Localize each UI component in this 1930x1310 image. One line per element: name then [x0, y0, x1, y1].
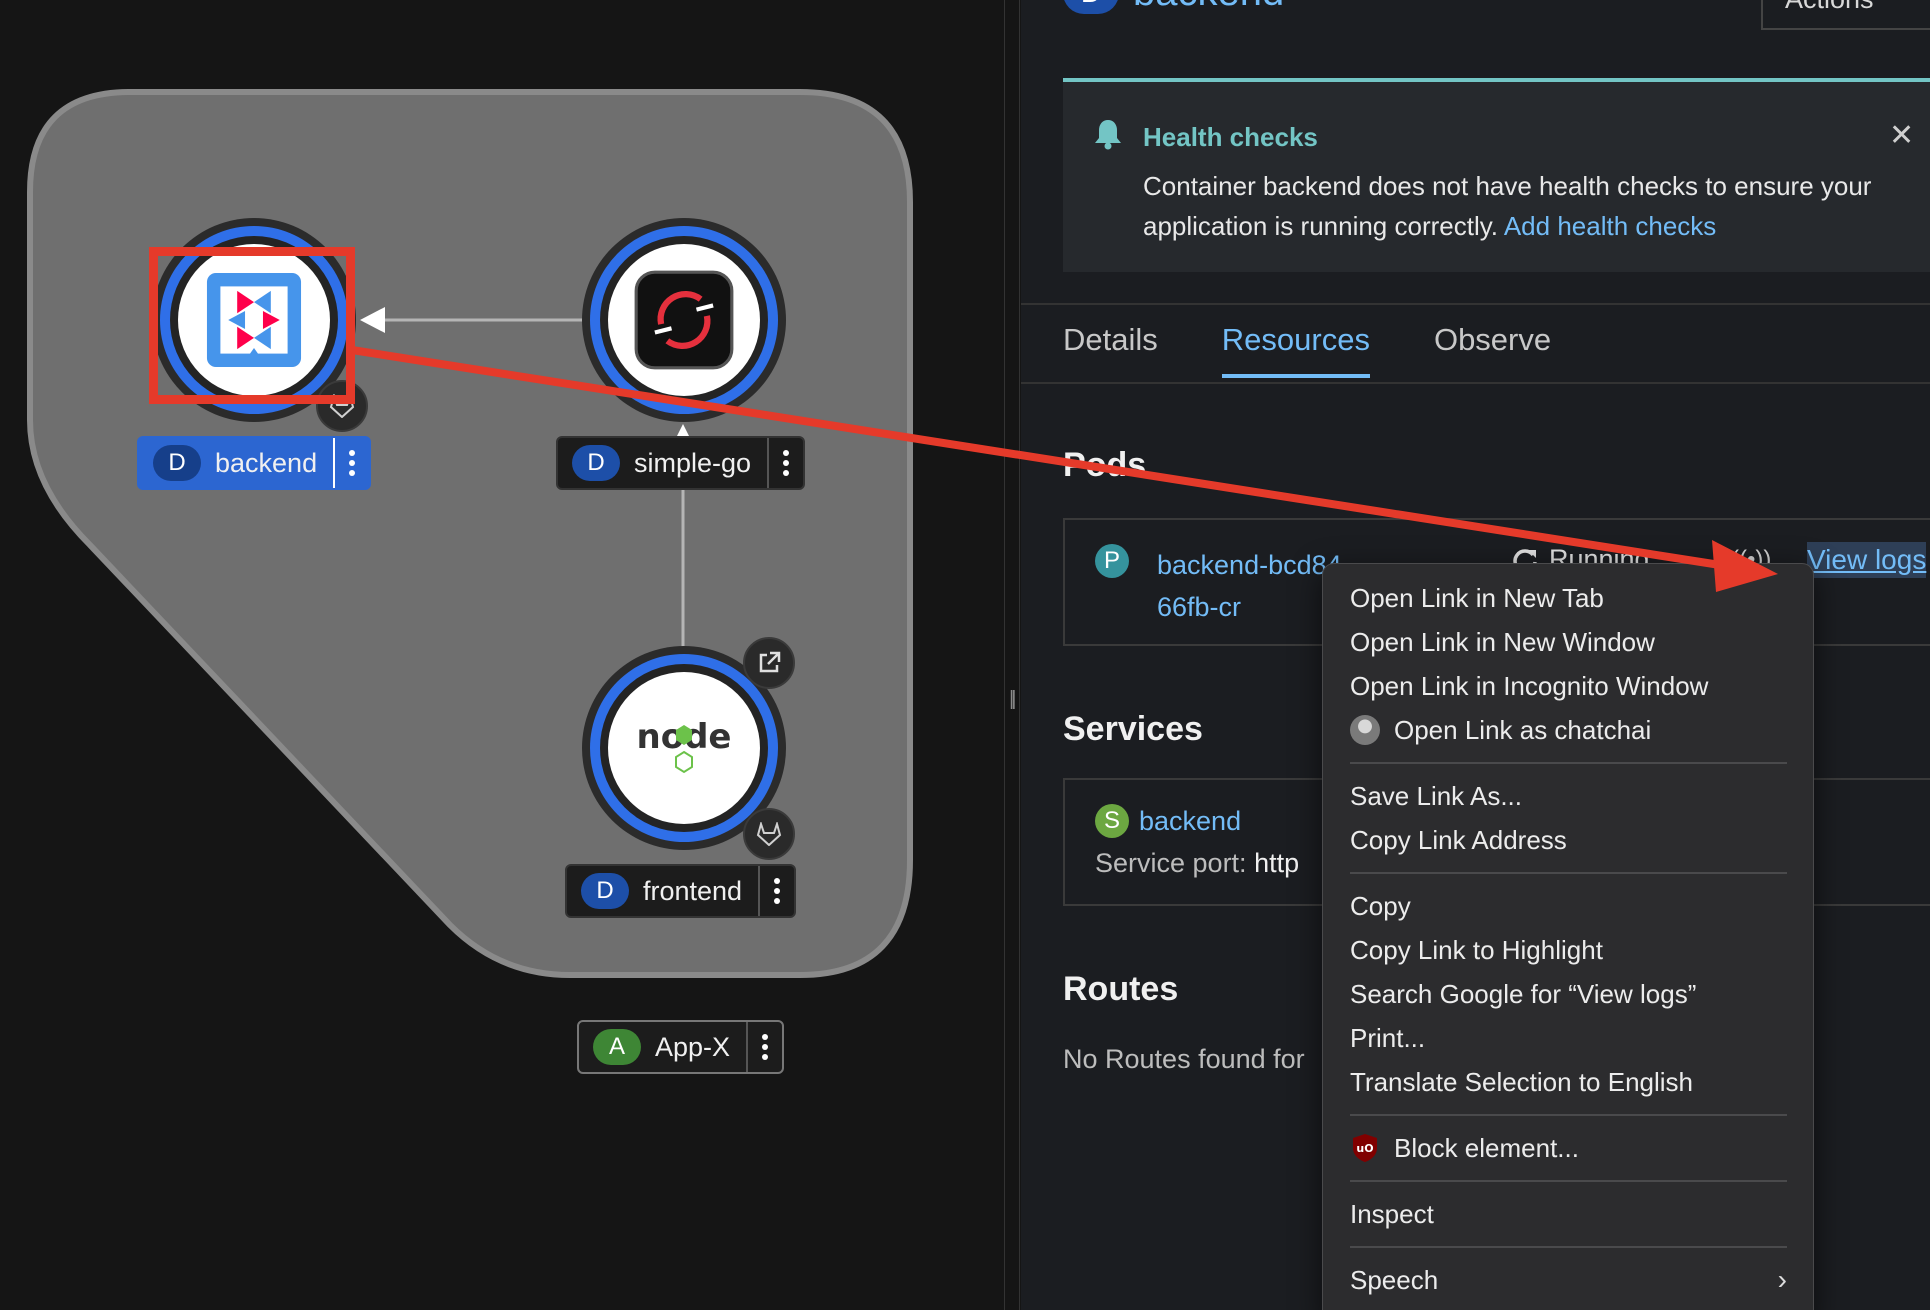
tab-bar: Details Resources Observe [1063, 322, 1551, 378]
panel-title: D backend [1063, 0, 1284, 15]
menu-open-incognito[interactable]: Open Link in Incognito Window [1323, 664, 1813, 708]
menu-speech[interactable]: Speech › [1323, 1258, 1813, 1302]
menu-copy[interactable]: Copy [1323, 884, 1813, 928]
pods-heading: Pods [1063, 446, 1147, 484]
bell-icon [1093, 118, 1123, 155]
topology-canvas[interactable]: D backend D simple-go node [0, 0, 1004, 1310]
menu-translate-selection[interactable]: Translate Selection to English [1323, 1060, 1813, 1104]
node-label-frontend[interactable]: D frontend [565, 864, 797, 918]
menu-search-google[interactable]: Search Google for “View logs” [1323, 972, 1813, 1016]
menu-print[interactable]: Print... [1323, 1016, 1813, 1060]
application-name: App-X [655, 1031, 731, 1062]
node-name: frontend [643, 875, 743, 906]
menu-item-label: Open Link in New Tab [1350, 582, 1604, 613]
actions-label: Actions [1785, 0, 1874, 14]
menu-open-new-window[interactable]: Open Link in New Window [1323, 620, 1813, 664]
routes-empty-message: No Routes found for [1063, 1044, 1305, 1074]
tab-observe[interactable]: Observe [1434, 322, 1551, 378]
node-name: simple-go [634, 447, 752, 478]
gitlab-icon[interactable] [743, 808, 795, 860]
kebab-menu-icon[interactable] [767, 438, 803, 488]
menu-item-label: Save Link As... [1350, 780, 1522, 811]
menu-item-label: Copy [1350, 890, 1411, 921]
menu-item-label: Print... [1350, 1022, 1426, 1053]
ublock-origin-icon: uO [1350, 1133, 1380, 1163]
menu-save-link-as[interactable]: Save Link As... [1323, 774, 1813, 818]
routes-heading: Routes [1063, 970, 1179, 1008]
resource-name[interactable]: backend [1133, 0, 1284, 15]
menu-separator [1350, 1180, 1787, 1182]
divider [1021, 303, 1930, 305]
service-port-value: http [1254, 848, 1300, 878]
annotation-highlight-box [149, 247, 355, 404]
menu-item-label: Speech [1350, 1264, 1439, 1295]
browser-context-menu: Open Link in New Tab Open Link in New Wi… [1322, 563, 1814, 1310]
menu-item-label: Copy Link to Highlight [1350, 934, 1603, 965]
menu-separator [1350, 1246, 1787, 1248]
service-badge: S [1095, 804, 1129, 838]
menu-copy-link-address[interactable]: Copy Link Address [1323, 818, 1813, 862]
application-badge: A [593, 1029, 641, 1065]
node-label-simple-go[interactable]: D simple-go [556, 436, 806, 490]
menu-item-label: Search Google for “View logs” [1350, 978, 1697, 1009]
openshift-icon [608, 244, 760, 396]
open-url-icon[interactable] [743, 637, 795, 689]
menu-separator [1350, 762, 1787, 764]
kebab-menu-icon[interactable] [758, 866, 794, 916]
menu-item-label: Open Link in Incognito Window [1350, 670, 1709, 701]
chevron-right-icon: › [1777, 1264, 1787, 1295]
deployment-badge: D [153, 445, 201, 481]
actions-dropdown[interactable]: Actions [1761, 0, 1930, 30]
menu-item-label: Inspect [1350, 1198, 1434, 1229]
alert-title: Health checks [1143, 122, 1318, 152]
application-group-shape[interactable] [0, 0, 1004, 1310]
menu-copy-link-to-highlight[interactable]: Copy Link to Highlight [1323, 928, 1813, 972]
deployment-badge: D [581, 873, 629, 909]
tab-details[interactable]: Details [1063, 322, 1158, 378]
pod-name-link[interactable]: backend-bcd8466fb-cr [1157, 544, 1347, 628]
menu-open-as-profile[interactable]: Open Link as chatchai [1323, 708, 1813, 752]
tab-resources[interactable]: Resources [1221, 322, 1371, 378]
node-name: backend [215, 447, 318, 478]
service-port-label: Service port: [1095, 848, 1247, 878]
alert-body: Container backend does not have health c… [1143, 166, 1903, 246]
nodejs-icon: node [608, 672, 760, 824]
services-heading: Services [1063, 710, 1203, 748]
add-health-checks-link[interactable]: Add health checks [1504, 211, 1716, 241]
view-logs-link[interactable]: View logs [1807, 542, 1927, 578]
menu-item-label: Open Link in New Window [1350, 626, 1655, 657]
panel-resize-handle[interactable] [1004, 0, 1020, 1310]
menu-block-element[interactable]: uO Block element... [1323, 1126, 1813, 1170]
menu-separator [1350, 872, 1787, 874]
menu-item-label: Translate Selection to English [1350, 1066, 1694, 1097]
drag-grip-icon[interactable]: || [1009, 688, 1017, 711]
menu-open-new-tab[interactable]: Open Link in New Tab [1323, 576, 1813, 620]
kebab-menu-icon[interactable] [333, 438, 369, 488]
menu-item-label: Open Link as chatchai [1394, 714, 1652, 745]
pod-badge: P [1095, 544, 1129, 578]
menu-item-label: Block element... [1394, 1132, 1579, 1163]
menu-inspect[interactable]: Inspect [1323, 1192, 1813, 1236]
health-checks-alert: Health checks ✕ Container backend does n… [1063, 78, 1930, 272]
kebab-menu-icon[interactable] [746, 1022, 782, 1072]
deployment-badge: D [1063, 0, 1119, 14]
close-icon[interactable]: ✕ [1889, 118, 1914, 153]
svg-text:uO: uO [1356, 1142, 1373, 1155]
profile-avatar-icon [1350, 715, 1380, 745]
node-label-backend[interactable]: D backend [137, 436, 372, 490]
service-name-link[interactable]: backend [1139, 806, 1241, 837]
service-port: Service port: http [1095, 848, 1299, 879]
deployment-badge: D [572, 445, 620, 481]
application-label[interactable]: A App-X [577, 1020, 785, 1074]
menu-item-label: Copy Link Address [1350, 824, 1567, 855]
divider [1021, 382, 1930, 384]
node-simple-go[interactable] [582, 218, 786, 422]
menu-separator [1350, 1114, 1787, 1116]
